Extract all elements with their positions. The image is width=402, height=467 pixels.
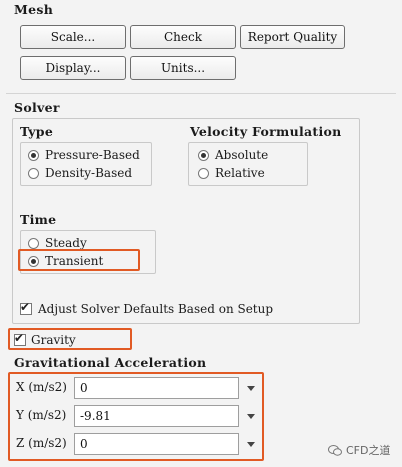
report-quality-button[interactable]: Report Quality <box>240 25 345 49</box>
units-button[interactable]: Units... <box>130 56 236 80</box>
y-dropdown-arrow-icon[interactable] <box>247 414 255 419</box>
x-input[interactable]: 0 <box>74 377 239 399</box>
check-mark-icon: ✔ <box>20 300 31 314</box>
radio-steady[interactable]: Steady <box>28 236 87 250</box>
radio-pressure-based[interactable]: Pressure-Based <box>28 148 140 162</box>
mesh-divider <box>6 93 396 94</box>
radio-unchecked-indicator <box>28 167 39 179</box>
radio-density-based[interactable]: Density-Based <box>28 166 132 180</box>
y-input[interactable]: -9.81 <box>74 405 239 427</box>
gravity-highlight <box>8 328 132 350</box>
radio-relative[interactable]: Relative <box>198 166 265 180</box>
z-label: Z (m/s2) <box>16 436 67 450</box>
type-title: Type <box>20 124 54 139</box>
density-based-label: Density-Based <box>45 166 133 180</box>
radio-checked-indicator <box>198 149 209 161</box>
relative-label: Relative <box>215 166 265 180</box>
steady-label: Steady <box>45 236 87 250</box>
display-button[interactable]: Display... <box>20 56 126 80</box>
z-input[interactable]: 0 <box>74 433 239 455</box>
adjust-defaults-label: Adjust Solver Defaults Based on Setup <box>38 302 274 316</box>
watermark: CFD之道 <box>328 442 390 458</box>
scale-button[interactable]: Scale... <box>20 25 126 49</box>
y-label: Y (m/s2) <box>16 408 67 422</box>
radio-absolute[interactable]: Absolute <box>198 148 268 162</box>
x-dropdown-arrow-icon[interactable] <box>247 386 255 391</box>
mesh-section-title: Mesh <box>14 2 54 17</box>
check-button[interactable]: Check <box>130 25 236 49</box>
checkbox-box: ✔ <box>20 300 32 315</box>
transient-highlight <box>18 249 140 271</box>
wechat-icon <box>328 444 342 456</box>
pressure-based-label: Pressure-Based <box>45 148 140 162</box>
z-dropdown-arrow-icon[interactable] <box>247 442 255 447</box>
velocity-formulation-title: Velocity Formulation <box>190 124 342 139</box>
adjust-defaults-checkbox[interactable]: ✔ Adjust Solver Defaults Based on Setup <box>20 300 274 316</box>
x-label: X (m/s2) <box>16 380 67 394</box>
absolute-label: Absolute <box>215 148 269 162</box>
radio-unchecked-indicator <box>28 237 39 249</box>
gravitational-acceleration-title: Gravitational Acceleration <box>14 355 207 370</box>
radio-checked-indicator <box>28 149 39 161</box>
watermark-text: CFD之道 <box>346 444 391 457</box>
solver-section-title: Solver <box>14 100 60 115</box>
radio-unchecked-indicator <box>198 167 209 179</box>
time-title: Time <box>20 212 57 227</box>
